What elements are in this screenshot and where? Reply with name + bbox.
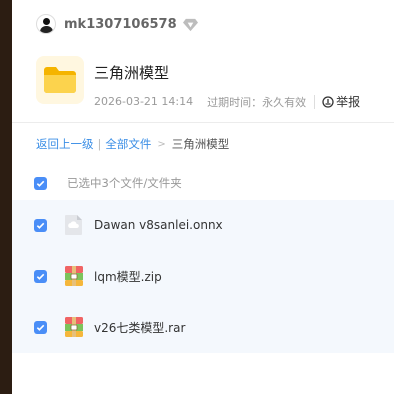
generic-file-icon bbox=[65, 215, 82, 235]
file-row[interactable]: Dawan v8sanlei.onnx bbox=[12, 200, 394, 250]
left-edge-bar bbox=[0, 0, 12, 394]
file-name[interactable]: Dawan v8sanlei.onnx bbox=[94, 218, 223, 232]
back-link[interactable]: 返回上一级 bbox=[36, 136, 94, 152]
folder-icon bbox=[36, 56, 84, 104]
breadcrumb: 返回上一级 | 全部文件 > 三角洲模型 bbox=[36, 136, 229, 152]
breadcrumb-current: 三角洲模型 bbox=[171, 137, 230, 151]
select-all-row: 已选中3个文件/文件夹 bbox=[34, 175, 182, 191]
report-button[interactable]: 举报 bbox=[322, 93, 360, 110]
expiry-text: 过期时间：永久有效 bbox=[207, 95, 307, 109]
check-icon bbox=[36, 180, 45, 187]
all-files-link[interactable]: 全部文件 bbox=[105, 136, 151, 152]
report-label: 举报 bbox=[336, 95, 361, 109]
folder-date: 2026-03-21 14:14 bbox=[94, 95, 194, 108]
check-icon bbox=[36, 273, 45, 280]
file-checkbox[interactable] bbox=[34, 218, 47, 232]
archive-file-icon bbox=[65, 266, 83, 286]
username[interactable]: mk1307106578 bbox=[64, 17, 177, 32]
selection-count: 已选中3个文件/文件夹 bbox=[67, 176, 182, 190]
file-row[interactable]: lqm模型.zip bbox=[12, 251, 394, 301]
file-name[interactable]: lqm模型.zip bbox=[94, 268, 162, 285]
file-checkbox[interactable] bbox=[34, 269, 47, 283]
file-name[interactable]: v26七类模型.rar bbox=[94, 319, 185, 336]
meta-divider bbox=[314, 94, 316, 109]
user-info: mk1307106578 bbox=[36, 12, 198, 36]
file-list: Dawan v8sanlei.onnx lqm模型.zip v26七类模型.ra… bbox=[12, 200, 394, 353]
file-checkbox[interactable] bbox=[34, 320, 47, 334]
file-row[interactable]: v26七类模型.rar bbox=[12, 302, 394, 352]
folder-header: 三角洲模型 2026-03-21 14:14 过期时间：永久有效 举报 bbox=[36, 56, 360, 110]
check-icon bbox=[36, 222, 45, 229]
folder-title: 三角洲模型 bbox=[94, 64, 170, 82]
archive-file-icon bbox=[65, 317, 83, 337]
select-all-checkbox[interactable] bbox=[34, 176, 47, 190]
breadcrumb-arrow: > bbox=[157, 138, 166, 150]
vip-diamond-icon bbox=[182, 18, 198, 31]
header-divider bbox=[12, 122, 394, 123]
breadcrumb-separator: | bbox=[97, 137, 102, 151]
report-icon bbox=[322, 95, 334, 108]
avatar-icon[interactable] bbox=[36, 14, 56, 34]
check-icon bbox=[36, 324, 45, 331]
